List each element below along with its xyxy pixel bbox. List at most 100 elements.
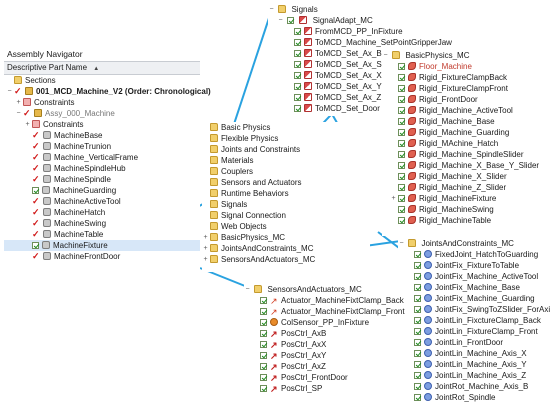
visibility-checkbox[interactable] [32, 187, 39, 194]
list-item[interactable]: JointFix_FixtureToTable [398, 260, 548, 271]
physics-row[interactable]: Web Objects [202, 221, 370, 232]
visibility-checkbox[interactable] [398, 118, 405, 125]
list-item[interactable]: Rigid_MachineTable [382, 215, 546, 226]
visibility-checkbox[interactable] [398, 107, 405, 114]
navigator-row[interactable]: ✓ MachineFrontDoor [4, 251, 200, 262]
visibility-checkbox[interactable] [414, 328, 421, 335]
list-item[interactable]: JointLin_Machine_Axis_X [398, 348, 548, 359]
physics-row[interactable]: + JointsAndConstraints_MC [202, 243, 370, 254]
column-header-descriptive-part-name[interactable]: Descriptive Part Name ▲ [4, 61, 200, 75]
red-check-icon[interactable]: ✓ [32, 219, 40, 228]
expand-icon[interactable]: + [15, 99, 22, 106]
visibility-checkbox[interactable] [260, 319, 267, 326]
visibility-checkbox[interactable] [287, 17, 295, 24]
list-item[interactable]: PosCtrl_AxZ [244, 361, 394, 372]
navigator-row[interactable]: − ✓ Assy_000_Machine [4, 108, 200, 119]
visibility-checkbox[interactable] [398, 151, 405, 158]
list-item[interactable]: JointRot_Machine_Axis_B [398, 381, 548, 392]
red-check-icon[interactable]: ✓ [32, 164, 40, 173]
visibility-checkbox[interactable] [398, 85, 405, 92]
list-item[interactable]: PosCtrl_AxB [244, 328, 394, 339]
visibility-checkbox[interactable] [398, 195, 405, 202]
collapse-icon[interactable]: − [244, 286, 251, 293]
signal-adapter[interactable]: − SignalAdapt_MC [268, 15, 424, 26]
visibility-checkbox[interactable] [414, 306, 421, 313]
physics-row[interactable]: Joints and Constraints [202, 144, 370, 155]
red-check-icon[interactable]: ✓ [32, 208, 40, 217]
collapse-icon[interactable]: − [398, 240, 405, 247]
sensors-folder[interactable]: − SensorsAndActuators_MC [244, 284, 394, 295]
physics-row[interactable]: Signal Connection [202, 210, 370, 221]
list-item[interactable]: PosCtrl_AxY [244, 350, 394, 361]
visibility-checkbox[interactable] [32, 242, 39, 249]
visibility-checkbox[interactable] [414, 350, 421, 357]
navigator-row[interactable]: ✓ MachineSpindleHub [4, 163, 200, 174]
visibility-checkbox[interactable] [414, 317, 421, 324]
navigator-row[interactable]: ✓ MachineActiveTool [4, 196, 200, 207]
list-item[interactable]: JointFix_Machine_ActiveTool [398, 271, 548, 282]
visibility-checkbox[interactable] [294, 72, 301, 79]
visibility-checkbox[interactable] [294, 61, 301, 68]
list-item[interactable]: PosCtrl_AxX [244, 339, 394, 350]
expand-icon[interactable]: + [202, 245, 209, 252]
red-check-icon[interactable]: ✓ [23, 109, 31, 118]
list-item[interactable]: Rigid_MAchine_Hatch [382, 138, 546, 149]
visibility-checkbox[interactable] [398, 129, 405, 136]
physics-row[interactable]: Runtime Behaviors [202, 188, 370, 199]
list-item[interactable]: Rigid_FixtureClampBack [382, 72, 546, 83]
red-check-icon[interactable]: ✓ [32, 252, 40, 261]
navigator-row[interactable]: Sections [4, 75, 200, 86]
list-item[interactable]: JointLin_FrontDoor [398, 337, 548, 348]
list-item[interactable]: Rigid_Machine_X_Base_Y_Slider [382, 160, 546, 171]
red-check-icon[interactable]: ✓ [32, 175, 40, 184]
physics-row[interactable]: + BasicPhysics_MC [202, 232, 370, 243]
visibility-checkbox[interactable] [294, 105, 301, 112]
collapse-icon[interactable]: − [382, 52, 389, 59]
visibility-checkbox[interactable] [414, 273, 421, 280]
expand-icon[interactable]: + [390, 195, 397, 202]
list-item[interactable]: JointFix_Machine_Guarding [398, 293, 548, 304]
list-item[interactable]: ColSensor_PP_InFixture [244, 317, 394, 328]
list-item[interactable]: Rigid_Machine_Z_Slider [382, 182, 546, 193]
visibility-checkbox[interactable] [294, 39, 301, 46]
visibility-checkbox[interactable] [294, 50, 301, 57]
red-check-icon[interactable]: ✓ [32, 230, 40, 239]
list-item[interactable]: JointFix_Machine_Base [398, 282, 548, 293]
navigator-row[interactable]: + Constraints [4, 119, 200, 130]
list-item[interactable]: FromMCD_PP_InFixture [268, 26, 424, 37]
list-item[interactable]: PosCtrl_SP [244, 383, 394, 394]
visibility-checkbox[interactable] [414, 383, 421, 390]
visibility-checkbox[interactable] [294, 28, 301, 35]
navigator-row[interactable]: ✓ MachineTrunion [4, 141, 200, 152]
expand-icon[interactable]: + [202, 234, 209, 241]
collapse-icon[interactable]: − [268, 6, 275, 13]
red-check-icon[interactable]: ✓ [32, 142, 40, 151]
visibility-checkbox[interactable] [398, 140, 405, 147]
red-check-icon[interactable]: ✓ [32, 153, 40, 162]
list-item[interactable]: Rigid_Machine_Base [382, 116, 546, 127]
list-item[interactable]: Floor_Machine [382, 61, 546, 72]
visibility-checkbox[interactable] [294, 94, 301, 101]
visibility-checkbox[interactable] [414, 339, 421, 346]
list-item[interactable]: Rigid_Machine_Guarding [382, 127, 546, 138]
visibility-checkbox[interactable] [398, 162, 405, 169]
navigator-row[interactable]: ✓ MachineBase [4, 130, 200, 141]
visibility-checkbox[interactable] [398, 63, 405, 70]
navigator-row[interactable]: ✓ MachineSwing [4, 218, 200, 229]
visibility-checkbox[interactable] [398, 173, 405, 180]
list-item[interactable]: Rigid_Machine_ActiveTool [382, 105, 546, 116]
expand-icon[interactable]: + [202, 256, 209, 263]
list-item[interactable]: JointRot_Spindle [398, 392, 548, 403]
list-item[interactable]: PosCtrl_FrontDoor [244, 372, 394, 383]
list-item[interactable]: JointLin_FixtureClamp_Front [398, 326, 548, 337]
visibility-checkbox[interactable] [260, 352, 267, 359]
sort-ascending-icon[interactable]: ▲ [93, 66, 99, 72]
collapse-icon[interactable]: − [6, 88, 13, 95]
list-item[interactable]: Actuator_MachineFixtClamp_Back [244, 295, 404, 306]
visibility-checkbox[interactable] [414, 251, 421, 258]
visibility-checkbox[interactable] [260, 363, 267, 370]
navigator-row[interactable]: ✓ Machine_VerticalFrame [4, 152, 200, 163]
list-item[interactable]: + Rigid_MachineFixture [382, 193, 546, 204]
visibility-checkbox[interactable] [260, 374, 267, 381]
list-item[interactable]: JointLin_Machine_Axis_Z [398, 370, 548, 381]
